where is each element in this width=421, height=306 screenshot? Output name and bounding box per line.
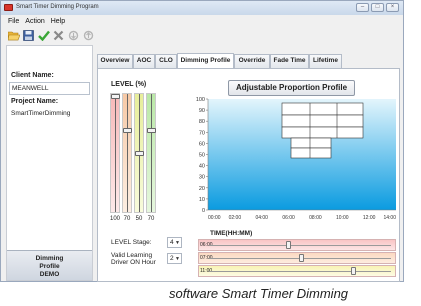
x-tick-group: 00:00 02:00 04:00 06:00 08:00 10:00 12:00 14:00 bbox=[208, 215, 396, 221]
y-tick-group: 0 10 20 30 40 50 60 70 80 90 100 bbox=[196, 97, 208, 214]
toolbar bbox=[7, 29, 95, 42]
slider-thumb[interactable] bbox=[351, 267, 357, 275]
tab-overview[interactable]: Overview bbox=[97, 54, 133, 68]
x-tick-label: 12:00 bbox=[363, 215, 376, 221]
y-tick-label: 0 bbox=[202, 208, 205, 214]
menu-file[interactable]: File bbox=[8, 17, 19, 26]
app-icon bbox=[4, 4, 13, 11]
tab-clo[interactable]: CLO bbox=[155, 54, 177, 68]
chevron-down-icon[interactable]: ▼ bbox=[175, 255, 180, 264]
y-tick-label: 40 bbox=[199, 164, 205, 170]
y-tick-label: 30 bbox=[199, 175, 205, 181]
tab-fade-time[interactable]: Fade Time bbox=[270, 54, 309, 68]
valid-learning-spinner[interactable]: 2 ▼ bbox=[167, 253, 182, 264]
time-axis-label: TIME(HH:MM) bbox=[210, 230, 253, 237]
time-slider-1[interactable]: 06:00 bbox=[198, 239, 396, 251]
project-name-value: SmartTimerDimming bbox=[11, 110, 71, 117]
schedule-block bbox=[290, 137, 332, 149]
export-icon[interactable] bbox=[82, 29, 95, 42]
checkmark-icon[interactable] bbox=[37, 29, 50, 42]
valid-learning-label-2: Driver ON Hour bbox=[111, 259, 156, 266]
client-name-field[interactable]: MEANWELL bbox=[9, 82, 90, 95]
nav-line-3: DEMO bbox=[39, 271, 60, 278]
menu-bar: File Action Help bbox=[8, 17, 65, 26]
tab-aoc[interactable]: AOC bbox=[133, 54, 155, 68]
x-tick-label: 02:00 bbox=[229, 215, 242, 221]
y-tick-label: 20 bbox=[199, 186, 205, 192]
dimming-profile-panel: LEVEL (%) 100 70 50 70 LEVEL Stage: 4 ▼ … bbox=[97, 68, 400, 282]
y-tick-label: 10 bbox=[199, 197, 205, 203]
maximize-button[interactable]: □ bbox=[371, 3, 384, 12]
level-stage-label: LEVEL Stage: bbox=[111, 239, 152, 246]
schedule-block bbox=[290, 147, 332, 159]
level-stage-value: 4 bbox=[170, 239, 174, 246]
x-tick-label: 04:00 bbox=[255, 215, 268, 221]
nav-line-1: Dimming bbox=[35, 255, 64, 262]
y-tick-label: 100 bbox=[196, 97, 205, 103]
title-bar: Smart Timer Dimming Program – □ × bbox=[1, 1, 403, 15]
schedule-block bbox=[281, 102, 364, 116]
menu-help[interactable]: Help bbox=[51, 17, 65, 26]
slider-thumb[interactable] bbox=[299, 254, 304, 262]
delete-x-icon[interactable] bbox=[52, 29, 65, 42]
time-slider-2[interactable]: 07:00 bbox=[198, 252, 396, 264]
close-button[interactable]: × bbox=[386, 3, 399, 12]
image-caption: software Smart Timer Dimming bbox=[169, 286, 349, 301]
schedule-block bbox=[281, 114, 364, 128]
x-tick-label: 14:00 bbox=[383, 215, 396, 221]
chevron-down-icon[interactable]: ▼ bbox=[175, 239, 180, 248]
sidebar: Client Name: MEANWELL Project Name: Smar… bbox=[6, 45, 93, 281]
x-tick-label: 00:00 bbox=[208, 215, 221, 221]
time-slider-3[interactable]: 11:00 bbox=[198, 265, 396, 277]
window-controls: – □ × bbox=[356, 3, 399, 12]
application-window: Smart Timer Dimming Program – □ × File A… bbox=[0, 0, 404, 282]
tab-override[interactable]: Override bbox=[234, 54, 270, 68]
open-folder-icon[interactable] bbox=[7, 29, 20, 42]
slider-track bbox=[209, 245, 391, 246]
menu-action[interactable]: Action bbox=[25, 17, 44, 26]
x-tick-label: 08:00 bbox=[309, 215, 322, 221]
valid-learning-value: 2 bbox=[170, 255, 174, 262]
project-name-label: Project Name: bbox=[11, 98, 59, 105]
dimming-profile-demo-button[interactable]: Dimming Profile DEMO bbox=[7, 250, 92, 280]
dimming-profile-chart: 0 10 20 30 40 50 60 70 80 90 100 00:00 02:00 04:00 06… bbox=[196, 97, 396, 221]
client-name-label: Client Name: bbox=[11, 72, 54, 79]
import-icon[interactable] bbox=[67, 29, 80, 42]
x-tick-label: 06:00 bbox=[282, 215, 295, 221]
slider-thumb[interactable] bbox=[286, 241, 292, 249]
y-tick-label: 80 bbox=[199, 119, 205, 125]
y-tick-label: 50 bbox=[199, 153, 205, 159]
schedule-block bbox=[281, 126, 364, 139]
valid-learning-label-1: Valid Learning bbox=[111, 252, 153, 259]
nav-line-2: Profile bbox=[39, 263, 60, 270]
save-icon[interactable] bbox=[22, 29, 35, 42]
window-title: Smart Timer Dimming Program bbox=[16, 4, 99, 10]
y-tick-label: 90 bbox=[199, 108, 205, 114]
x-tick-label: 10:00 bbox=[336, 215, 349, 221]
y-tick-label: 60 bbox=[199, 141, 205, 147]
tab-dimming-profile[interactable]: Dimming Profile bbox=[177, 53, 234, 68]
tab-lifetime[interactable]: Lifetime bbox=[309, 54, 342, 68]
minimize-button[interactable]: – bbox=[356, 3, 369, 12]
y-tick-label: 70 bbox=[199, 130, 205, 136]
slider-track bbox=[209, 271, 391, 272]
level-stage-spinner[interactable]: 4 ▼ bbox=[167, 237, 182, 248]
